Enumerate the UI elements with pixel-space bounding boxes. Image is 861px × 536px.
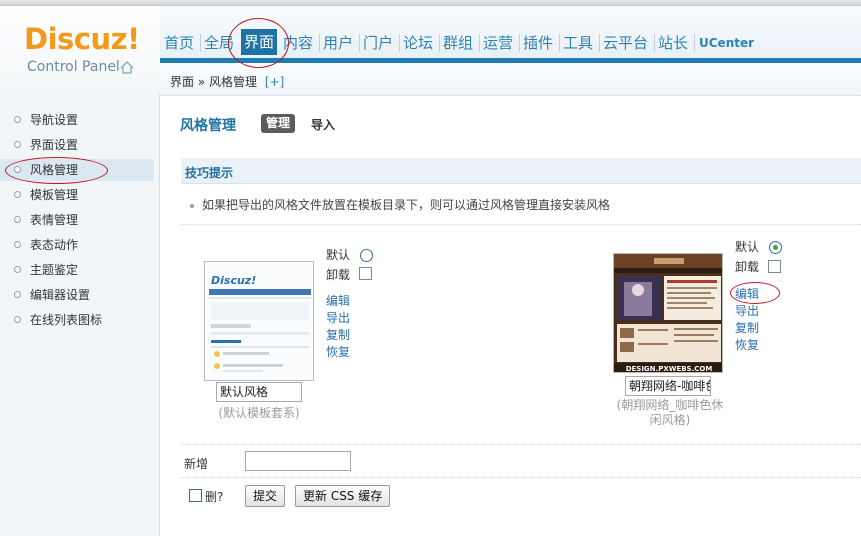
- logo-area[interactable]: Discuz! Control Panel: [0, 6, 160, 94]
- sidebar-item-template-manage[interactable]: 模板管理: [30, 185, 78, 205]
- bullet-icon: [14, 116, 21, 123]
- nav-separator: [654, 34, 655, 52]
- add-new-input[interactable]: [245, 451, 351, 471]
- tip-text: 如果把导出的风格文件放置在模板目录下，则可以通过风格管理直接安装风格: [202, 198, 611, 212]
- uninstall-label: 卸载: [735, 260, 760, 274]
- nav-item-ucenter[interactable]: UCenter: [699, 32, 754, 54]
- uninstall-label: 卸载: [326, 268, 351, 282]
- sidebar-item-smiley-manage[interactable]: 表情管理: [30, 210, 78, 230]
- annotation-circle-sidebar: [5, 157, 108, 184]
- nav-separator: [399, 34, 400, 52]
- default-label: 默认: [735, 240, 760, 254]
- control-panel-label: Control Panel: [27, 59, 120, 75]
- breadcrumb-separator: »: [197, 75, 206, 89]
- page-title: 风格管理: [180, 118, 236, 134]
- sidebar-item-nav-settings[interactable]: 导航设置: [30, 110, 78, 130]
- nav-separator: [559, 34, 560, 52]
- bullet-icon: [14, 291, 21, 298]
- coffee-style-preview: DESIGN.PXWEBS.COM: [614, 254, 722, 373]
- uninstall-checkbox-default-style[interactable]: [359, 267, 372, 280]
- nav-item-plugins[interactable]: 插件: [523, 32, 553, 54]
- nav-separator: [599, 34, 600, 52]
- nav-item-operations[interactable]: 运营: [483, 32, 513, 54]
- home-icon[interactable]: [120, 61, 134, 74]
- bullet-icon: [14, 191, 21, 198]
- nav-separator: [519, 34, 520, 52]
- main-content: 风格管理 管理 导入 技巧提示 如果把导出的风格文件放置在模板目录下，则可以通过…: [160, 96, 861, 536]
- add-shortcut-link[interactable]: [+]: [265, 75, 284, 89]
- restore-link[interactable]: 恢复: [326, 343, 350, 360]
- restore-link[interactable]: 恢复: [735, 336, 759, 353]
- breadcrumb-section[interactable]: 界面: [170, 75, 194, 89]
- nav-item-cloud[interactable]: 云平台: [603, 32, 648, 54]
- export-link[interactable]: 导出: [735, 302, 759, 319]
- style-template-default: (默认模板套系): [218, 406, 300, 420]
- thumb-logo-text: Discuz!: [211, 274, 256, 287]
- nav-separator: [200, 34, 201, 52]
- nav-separator: [694, 34, 695, 52]
- nav-item-webmaster[interactable]: 站长: [658, 32, 688, 54]
- nav-item-tools[interactable]: 工具: [563, 32, 593, 54]
- sidebar-item-online-icons[interactable]: 在线列表图标: [30, 310, 102, 330]
- style-name-input-coffee[interactable]: 朝翔网络-咖啡色: [625, 376, 711, 396]
- copy-link[interactable]: 复制: [735, 319, 759, 336]
- style-template-coffee-line1: (朝翔网络_咖啡色休: [616, 398, 724, 412]
- nav-item-portal[interactable]: 门户: [363, 32, 393, 54]
- thumb-watermark-text: DESIGN.PXWEBS.COM: [626, 365, 713, 373]
- nav-item-forum[interactable]: 论坛: [403, 32, 433, 54]
- delete-checkbox[interactable]: [189, 489, 202, 502]
- sidebar-item-editor-settings[interactable]: 编辑器设置: [30, 285, 90, 305]
- divider: [181, 224, 861, 225]
- delete-label: 删?: [205, 490, 224, 504]
- export-link[interactable]: 导出: [326, 309, 350, 326]
- discuz-logo: Discuz!: [24, 22, 140, 56]
- nav-separator: [439, 34, 440, 52]
- annotation-circle-nav: [228, 18, 289, 68]
- tip-item: 如果把导出的风格文件放置在模板目录下，则可以通过风格管理直接安装风格: [190, 196, 610, 213]
- sidebar-item-interface-settings[interactable]: 界面设置: [30, 135, 78, 155]
- tips-header: 技巧提示: [181, 158, 861, 184]
- divider: [181, 477, 861, 478]
- default-style-preview: Discuz!: [205, 262, 313, 380]
- bullet-icon: [14, 216, 21, 223]
- bullet-icon: [190, 203, 194, 208]
- breadcrumb-page: 风格管理: [209, 75, 258, 89]
- nav-separator: [319, 34, 320, 52]
- tips-heading: 技巧提示: [185, 166, 234, 180]
- copy-link[interactable]: 复制: [326, 326, 350, 343]
- uninstall-checkbox-coffee-style[interactable]: [768, 260, 781, 273]
- breadcrumb: 界面 » 风格管理 [+]: [160, 63, 861, 96]
- nav-item-home[interactable]: 首页: [164, 32, 194, 54]
- style-thumbnail-coffee[interactable]: DESIGN.PXWEBS.COM: [613, 253, 723, 373]
- nav-item-groups[interactable]: 群组: [443, 32, 473, 54]
- nav-separator: [479, 34, 480, 52]
- style-name-input-default[interactable]: 默认风格: [216, 382, 302, 402]
- style-template-coffee-line2: 闲风格): [649, 413, 691, 427]
- edit-link[interactable]: 编辑: [326, 292, 350, 309]
- tab-manage[interactable]: 管理: [261, 114, 296, 133]
- nav-separator: [359, 34, 360, 52]
- bullet-icon: [14, 241, 21, 248]
- default-radio-default-style[interactable]: [360, 249, 373, 262]
- default-label: 默认: [326, 248, 351, 262]
- refresh-css-cache-button[interactable]: 更新 CSS 缓存: [295, 485, 391, 507]
- divider: [181, 444, 861, 445]
- bullet-icon: [14, 316, 21, 323]
- default-radio-coffee-style[interactable]: [769, 241, 782, 254]
- sidebar-item-reactions[interactable]: 表态动作: [30, 235, 78, 255]
- submit-button[interactable]: 提交: [245, 485, 286, 507]
- add-new-label: 新增: [184, 457, 209, 471]
- bullet-icon: [14, 141, 21, 148]
- tab-import[interactable]: 导入: [311, 116, 335, 133]
- style-thumbnail-default[interactable]: Discuz!: [204, 261, 314, 381]
- style-template-coffee: (朝翔网络_咖啡色休 闲风格): [600, 398, 740, 428]
- annotation-circle-edit: [730, 282, 780, 304]
- sidebar-item-thread-stamps[interactable]: 主题鉴定: [30, 260, 78, 280]
- bullet-icon: [14, 266, 21, 273]
- nav-item-users[interactable]: 用户: [323, 32, 353, 54]
